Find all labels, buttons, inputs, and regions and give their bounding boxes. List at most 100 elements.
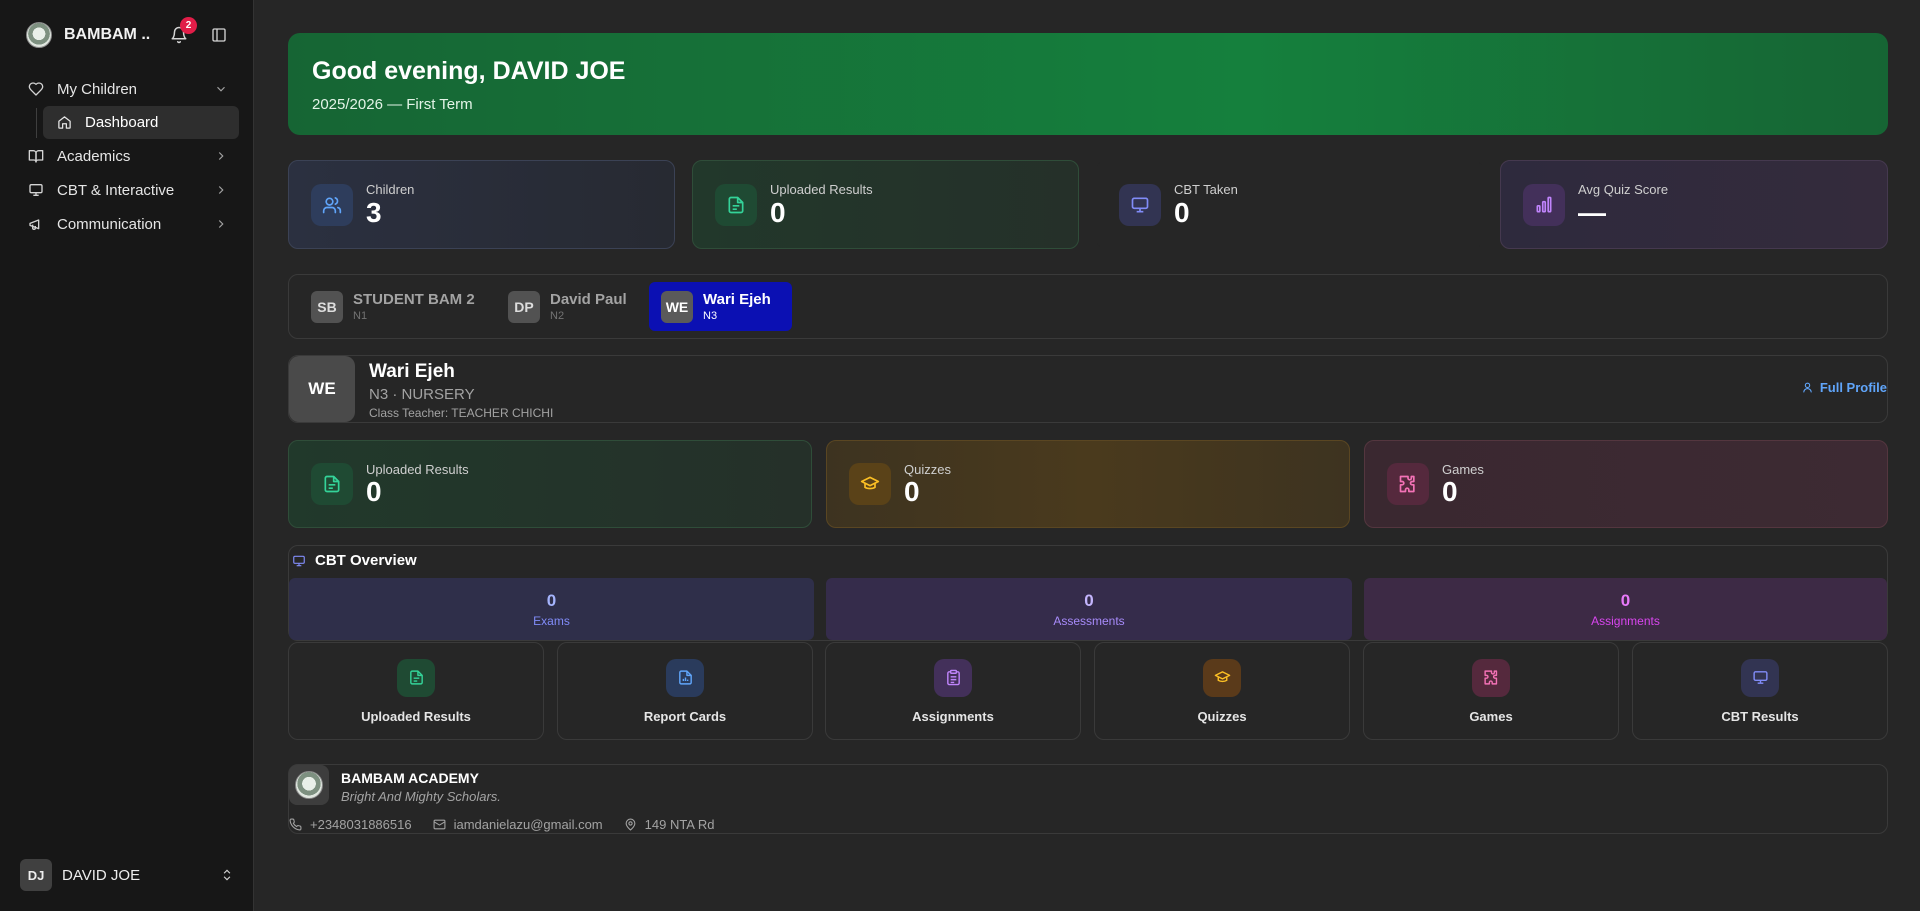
nav-label: CBT & Interactive	[57, 181, 175, 199]
nav-cbt-interactive[interactable]: CBT & Interactive	[28, 178, 228, 202]
nav-label: My Children	[57, 80, 138, 98]
quick-action-cbt-results[interactable]: CBT Results	[1632, 642, 1888, 740]
quick-action-quizzes[interactable]: Quizzes	[1094, 642, 1350, 740]
quick-action-games[interactable]: Games	[1363, 642, 1619, 740]
chevron-right-icon	[218, 186, 224, 194]
cbt-label: Assignments	[1591, 613, 1660, 628]
child-tab-student-bam-2[interactable]: SB STUDENT BAM 2 N1	[299, 282, 487, 331]
sidebar-toggle-icon[interactable]	[210, 27, 228, 43]
school-phone[interactable]: +2348031886516	[289, 817, 412, 832]
monitor-icon	[29, 184, 43, 196]
file-chart-icon	[666, 658, 704, 697]
avatar: DJ	[20, 859, 52, 891]
greeting: Good evening, DAVID JOE	[312, 57, 626, 85]
quick-action-assignments[interactable]: Assignments	[825, 642, 1081, 740]
clipboard-icon	[934, 658, 972, 697]
stat-label: Uploaded Results	[366, 461, 469, 477]
brand[interactable]: BAMBAM ...	[26, 22, 150, 48]
quick-action-label: CBT Results	[1721, 708, 1799, 724]
stat-value: 0	[770, 196, 786, 228]
school-info: BAMBAM ACADEMY Bright And Mighty Scholar…	[288, 764, 1888, 834]
quick-action-label: Assignments	[912, 708, 994, 724]
school-logo	[289, 765, 329, 805]
stat-label: Children	[366, 181, 415, 197]
child-selector: SB STUDENT BAM 2 N1 DP David Paul N2 WE …	[288, 274, 1888, 339]
stat-label: CBT Taken	[1174, 181, 1238, 197]
monitor-icon	[1119, 183, 1161, 226]
child-name: Wari Ejeh	[703, 291, 771, 308]
stat-label: Avg Quiz Score	[1578, 181, 1669, 197]
cbt-label: Exams	[533, 613, 570, 628]
quick-action-report-cards[interactable]: Report Cards	[557, 642, 813, 740]
child-profile-card: WE Wari Ejeh N3 · NURSERY Class Teacher:…	[288, 355, 1888, 423]
stat-value: 0	[904, 475, 920, 507]
nav-communication[interactable]: Communication	[28, 212, 228, 236]
quick-action-uploaded-results[interactable]: Uploaded Results	[288, 642, 544, 740]
chevron-right-icon	[218, 220, 224, 228]
map-pin-icon	[625, 818, 636, 831]
home-icon	[58, 116, 71, 129]
cbt-exams: 0 Exams	[289, 578, 814, 640]
file-text-icon	[715, 183, 757, 226]
nav-my-children[interactable]: My Children	[28, 77, 228, 101]
term-label: 2025/2026 — First Term	[312, 96, 473, 113]
school-address: 149 NTA Rd	[624, 817, 715, 832]
puzzle-icon	[1472, 658, 1510, 697]
brand-name: BAMBAM ...	[64, 26, 150, 43]
profile-class: N3 · NURSERY	[369, 386, 475, 403]
child-tab-david-paul[interactable]: DP David Paul N2	[496, 282, 639, 331]
avatar: WE	[289, 356, 355, 422]
quick-action-label: Report Cards	[643, 708, 727, 724]
stat-card-avg-quiz-score: Avg Quiz Score —	[1500, 160, 1888, 249]
nav-label: Dashboard	[85, 114, 159, 131]
stat-value: 3	[366, 196, 382, 228]
child-class: N1	[353, 310, 368, 322]
stat-value: 0	[1174, 196, 1190, 228]
school-name: BAMBAM ACADEMY	[341, 770, 479, 786]
address-text: 149 NTA Rd	[644, 817, 715, 832]
megaphone-icon	[29, 219, 40, 230]
school-contacts: +2348031886516 iamdanielazu@gmail.com 14…	[289, 817, 736, 832]
school-motto: Bright And Mighty Scholars.	[341, 789, 501, 804]
phone-icon	[289, 818, 302, 831]
cbt-count: 0	[1084, 590, 1094, 610]
phone-text: +2348031886516	[310, 817, 412, 832]
heart-icon	[28, 82, 44, 96]
welcome-banner: Good evening, DAVID JOE 2025/2026 — Firs…	[288, 33, 1888, 135]
user-name: DAVID JOE	[62, 866, 141, 884]
graduation-cap-icon	[1203, 658, 1241, 697]
child-stat-quizzes: Quizzes 0	[826, 440, 1350, 528]
stat-value: 0	[366, 475, 382, 507]
monitor-icon	[1741, 658, 1779, 697]
child-class: N2	[550, 310, 565, 322]
school-logo	[26, 22, 52, 48]
school-emblem	[295, 771, 323, 799]
child-tab-wari-ejeh[interactable]: WE Wari Ejeh N3	[649, 282, 792, 331]
quick-action-label: Games	[1469, 708, 1513, 724]
cbt-assessments: 0 Assessments	[826, 578, 1352, 640]
graduation-cap-icon	[849, 463, 891, 505]
nav-label: Academics	[57, 147, 131, 165]
nav-academics[interactable]: Academics	[28, 144, 228, 168]
mail-icon	[433, 819, 446, 830]
full-profile-label: Full Profile	[1819, 380, 1887, 395]
nav-label: Communication	[57, 215, 162, 233]
full-profile-link[interactable]: Full Profile	[1801, 380, 1887, 395]
profile-teacher: Class Teacher: TEACHER CHICHI	[369, 406, 554, 420]
stat-label: Quizzes	[904, 461, 951, 477]
school-email[interactable]: iamdanielazu@gmail.com	[433, 817, 603, 832]
puzzle-icon	[1387, 463, 1429, 505]
monitor-icon	[293, 555, 305, 566]
cbt-label: Assessments	[1053, 613, 1125, 628]
stat-card-uploaded-results: Uploaded Results 0	[692, 160, 1079, 249]
stat-value: 0	[1442, 475, 1458, 507]
user-icon	[1802, 382, 1812, 393]
nav-dashboard[interactable]: Dashboard	[43, 106, 239, 139]
chevron-down-icon	[217, 86, 225, 92]
child-stat-uploaded-results: Uploaded Results 0	[288, 440, 812, 528]
chevron-right-icon	[218, 152, 224, 160]
nav-tree-line	[36, 108, 37, 138]
stat-value: —	[1578, 196, 1606, 228]
user-menu[interactable]: DJ DAVID JOE	[20, 859, 234, 891]
stat-label: Uploaded Results	[770, 181, 873, 197]
